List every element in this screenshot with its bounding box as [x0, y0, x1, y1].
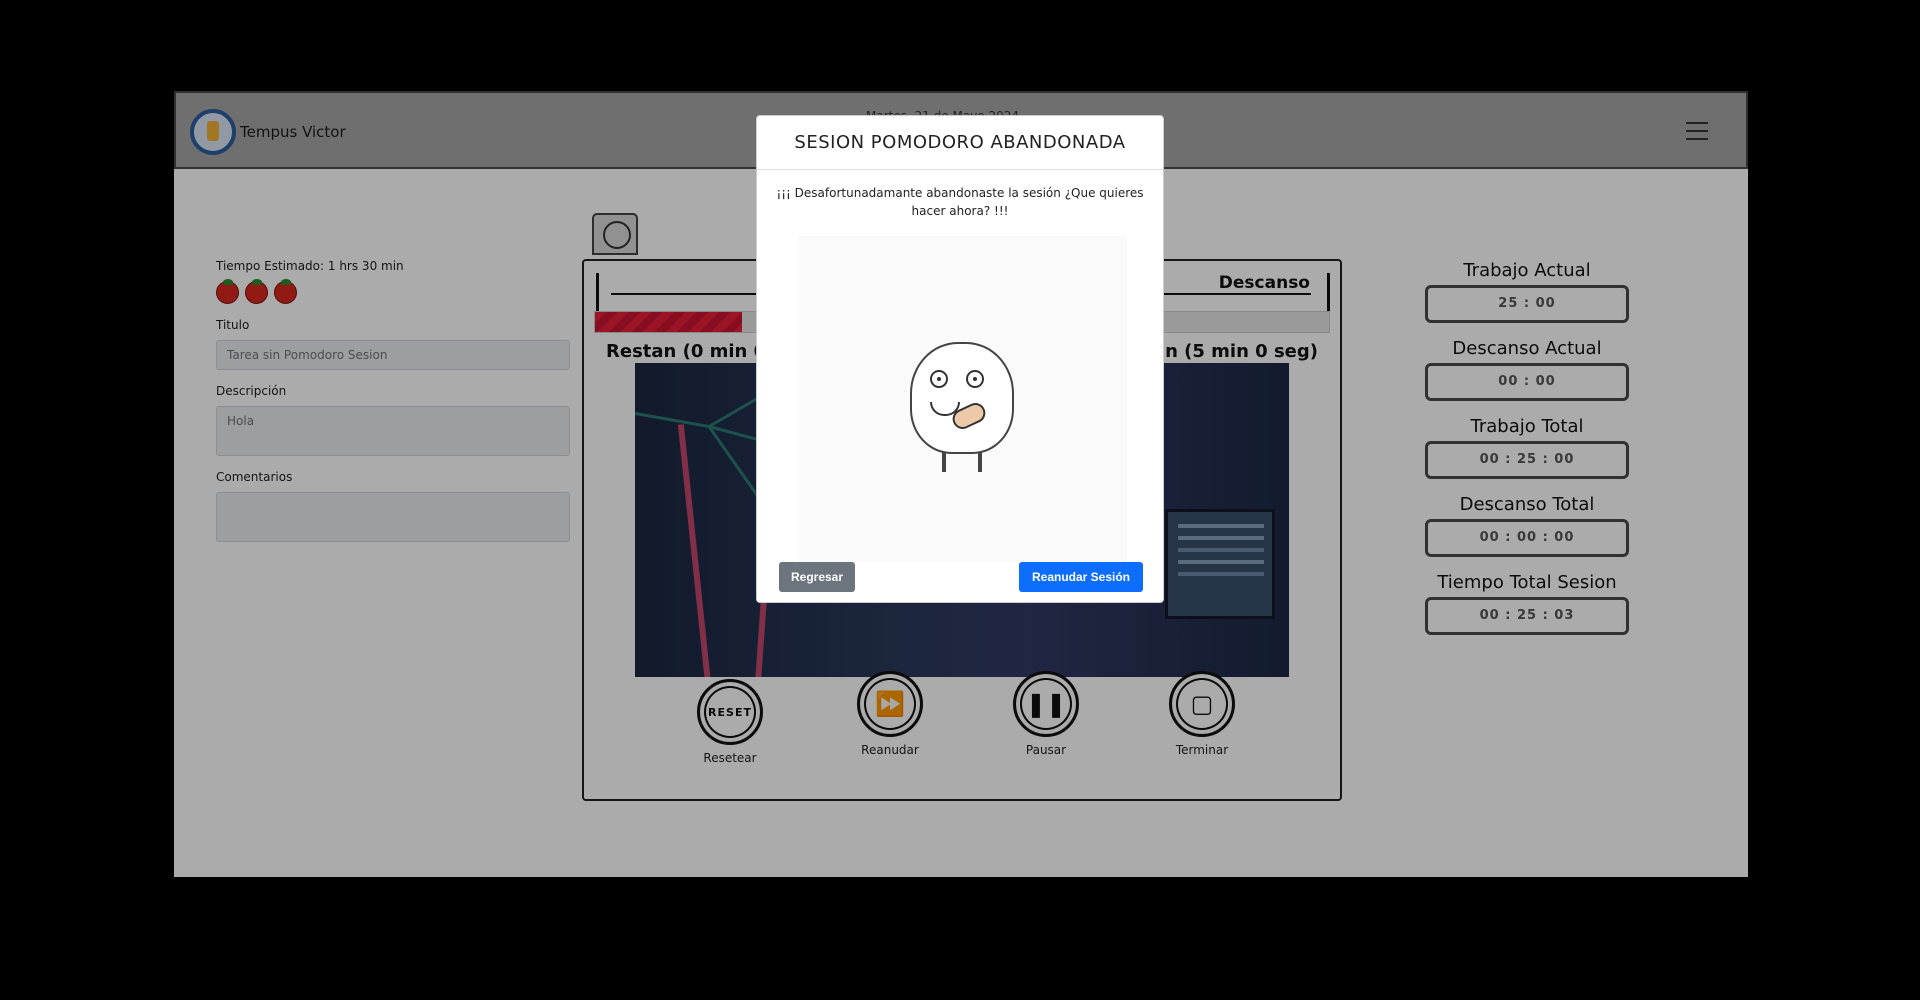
modal-message: ¡¡¡ Desafortunadamante abandonaste la se… — [776, 186, 1144, 218]
modal-title: SESION POMODORO ABANDONADA — [757, 116, 1163, 170]
sad-character-image — [799, 236, 1127, 562]
bandaged-blob-character — [910, 342, 1014, 472]
resume-session-button[interactable]: Reanudar Sesión — [1019, 562, 1143, 592]
abandoned-session-modal: SESION POMODORO ABANDONADA ¡¡¡ Desafortu… — [756, 115, 1164, 603]
back-button[interactable]: Regresar — [779, 562, 855, 592]
